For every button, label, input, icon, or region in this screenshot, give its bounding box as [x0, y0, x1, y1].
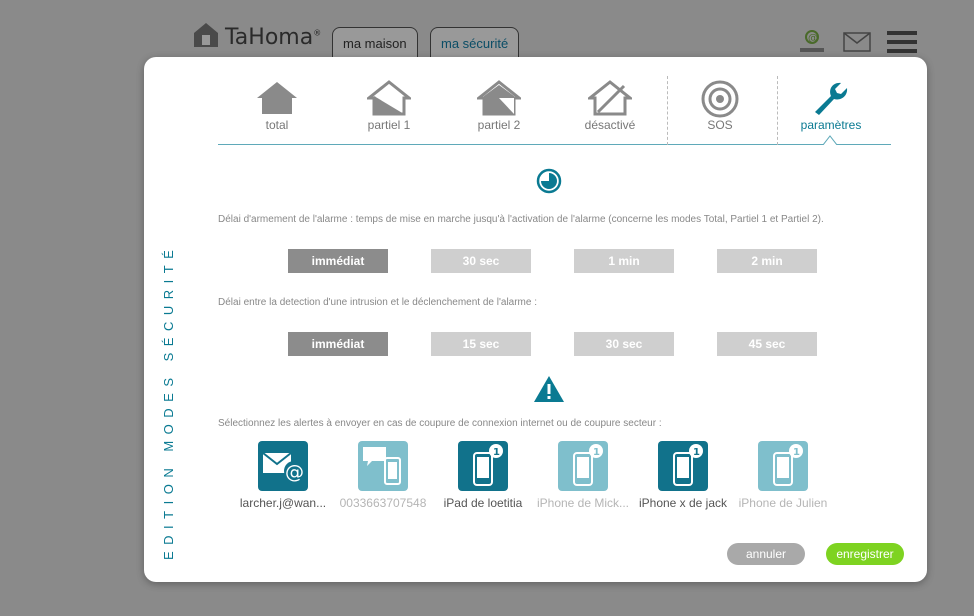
device-alert-icon: 1	[758, 441, 808, 491]
alert-item-iphone-julien[interactable]: 1 iPhone de Julien	[733, 441, 833, 510]
alert-label: iPhone x de jack	[638, 496, 728, 510]
intrusion-option-45sec[interactable]: 45 sec	[717, 332, 817, 356]
intrusion-delay-description: Délai entre la detection d'une intrusion…	[218, 297, 538, 308]
tab-sos[interactable]: SOS	[665, 76, 775, 145]
save-button[interactable]: enregistrer	[826, 543, 904, 565]
tab-label: SOS	[707, 118, 733, 132]
arming-delay-description: Délai d'armement de l'alarme : temps de …	[218, 214, 824, 225]
device-alert-icon: 1	[458, 441, 508, 491]
svg-text:@: @	[285, 461, 304, 483]
alert-item-sms[interactable]: 0033663707548	[333, 441, 433, 510]
arming-option-immediat[interactable]: immédiat	[288, 249, 388, 273]
email-alert-icon: @	[258, 441, 308, 491]
timer-icon	[536, 168, 562, 199]
alerts-description: Sélectionnez les alertes à envoyer en ca…	[218, 418, 662, 429]
cancel-button[interactable]: annuler	[727, 543, 805, 565]
mail-icon[interactable]	[843, 32, 871, 57]
svg-text:1: 1	[793, 447, 800, 458]
sms-alert-icon	[358, 441, 408, 491]
tab-desactive[interactable]: désactivé	[555, 76, 665, 145]
device-alert-icon: 1	[658, 441, 708, 491]
arming-option-2min[interactable]: 2 min	[717, 249, 817, 273]
alert-item-ipad-loetitia[interactable]: 1 iPad de loetitia	[433, 441, 533, 510]
arming-option-30sec[interactable]: 30 sec	[431, 249, 531, 273]
svg-text:1: 1	[693, 447, 700, 458]
house-full-icon	[222, 80, 332, 116]
warning-icon	[533, 375, 565, 408]
arming-option-1min[interactable]: 1 min	[574, 249, 674, 273]
alert-item-email[interactable]: @ larcher.j@wan...	[233, 441, 333, 510]
alert-label: larcher.j@wan...	[239, 496, 327, 510]
svg-text:1: 1	[493, 447, 500, 458]
alert-label: iPad de loetitia	[443, 496, 523, 510]
nav-ma-securite[interactable]: ma sécurité	[430, 27, 520, 59]
device-alert-icon: 1	[558, 441, 608, 491]
side-title: EDITION MODES SÉCURITÉ	[161, 243, 176, 560]
brand-name: TaHoma®	[225, 25, 322, 50]
intrusion-option-immediat[interactable]: immédiat	[288, 332, 388, 356]
alert-label: iPhone de Mick...	[536, 496, 630, 510]
tab-label: paramètres	[800, 118, 862, 132]
svg-text:1: 1	[593, 447, 600, 458]
house-partial-1-icon	[334, 80, 444, 116]
active-tab-caret	[823, 135, 837, 145]
alert-item-iphone-x-jack[interactable]: 1 iPhone x de jack	[633, 441, 733, 510]
alert-label: 0033663707548	[339, 496, 427, 510]
svg-text:@: @	[808, 33, 818, 44]
tab-label: désactivé	[584, 118, 636, 132]
wrench-icon	[776, 80, 886, 116]
tab-label: total	[265, 118, 289, 132]
house-off-icon	[555, 80, 665, 116]
target-icon	[665, 80, 775, 118]
tab-partiel-1[interactable]: partiel 1	[334, 76, 444, 145]
tab-partiel-2[interactable]: partiel 2	[444, 76, 554, 145]
intrusion-option-15sec[interactable]: 15 sec	[431, 332, 531, 356]
user-at-icon[interactable]: @	[798, 30, 826, 59]
alert-label: iPhone de Julien	[738, 496, 828, 510]
mode-tabs: total partiel 1 partiel 2 désactivé SOS …	[218, 76, 891, 145]
tab-label: partiel 1	[367, 118, 411, 132]
tab-label: partiel 2	[477, 118, 521, 132]
tab-total[interactable]: total	[222, 76, 332, 145]
menu-icon[interactable]	[887, 30, 917, 59]
nav-ma-maison[interactable]: ma maison	[332, 27, 418, 59]
house-partial-2-icon	[444, 80, 554, 116]
home-logo-icon	[193, 22, 219, 53]
logo[interactable]: TaHoma®	[193, 22, 321, 53]
intrusion-option-30sec[interactable]: 30 sec	[574, 332, 674, 356]
alert-item-iphone-mick[interactable]: 1 iPhone de Mick...	[533, 441, 633, 510]
